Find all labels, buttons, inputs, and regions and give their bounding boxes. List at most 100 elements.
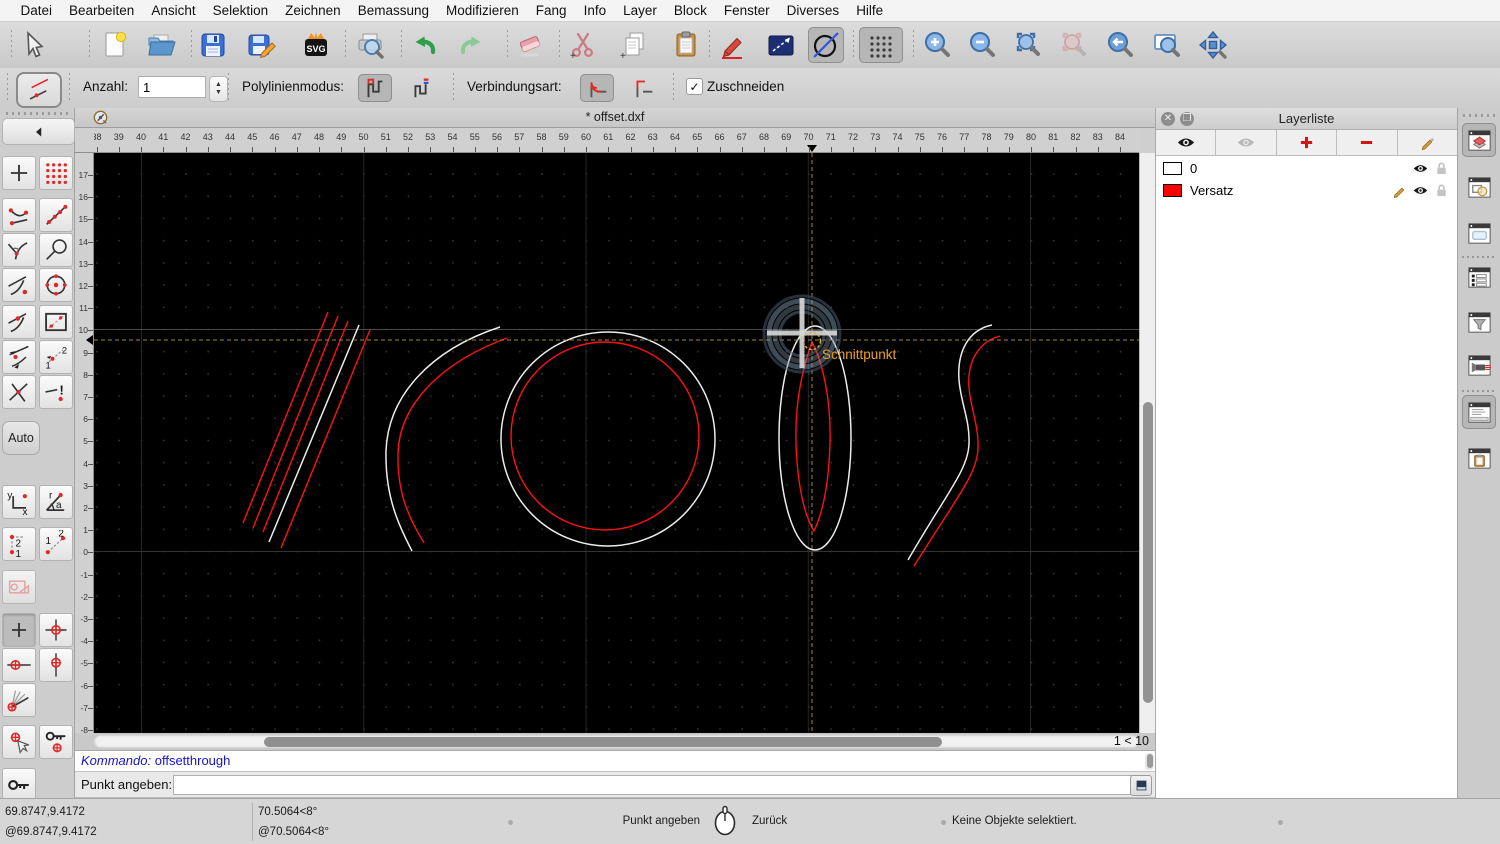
- menu-zeichnen[interactable]: Zeichnen: [277, 0, 350, 22]
- anzahl-stepper[interactable]: ▲ ▼: [209, 76, 228, 102]
- coordinate-polar-button[interactable]: ra: [39, 485, 73, 519]
- snap-distance-button[interactable]: [2, 340, 36, 374]
- selection-rectangle-button[interactable]: [763, 27, 799, 63]
- snap-perpendicular-button[interactable]: [2, 233, 36, 267]
- zoom-previous-button[interactable]: [1102, 27, 1138, 63]
- polyline-mode-separate-button[interactable]: [404, 74, 438, 102]
- snap-reference-button[interactable]: [39, 305, 73, 339]
- redo-button[interactable]: [454, 27, 490, 63]
- delete-button[interactable]: [512, 27, 548, 63]
- offset-through-point-tool-button[interactable]: [16, 72, 62, 108]
- lock-relative-zero-button[interactable]: [39, 725, 73, 759]
- layer-visible-eye-icon[interactable]: [1413, 161, 1428, 176]
- layer-lock-icon[interactable]: [1434, 183, 1449, 198]
- restrict-vertical-button[interactable]: [39, 648, 73, 682]
- snap-distance-manual-button[interactable]: 12: [39, 340, 73, 374]
- restrict-horizontal-button[interactable]: [2, 648, 36, 682]
- menu-bearbeiten[interactable]: Bearbeiten: [61, 0, 143, 22]
- property-editor-panel-toggle[interactable]: [1462, 260, 1496, 294]
- pan-button[interactable]: [1195, 27, 1231, 63]
- menu-block[interactable]: Block: [665, 0, 715, 22]
- svg-export-button[interactable]: SVG: [298, 27, 334, 63]
- drawing-canvas[interactable]: Schnittpunkt: [94, 153, 1139, 733]
- ellipse-line-tool-button[interactable]: [808, 27, 844, 63]
- menu-fang[interactable]: Fang: [527, 0, 575, 22]
- snap-restrict-button[interactable]: !: [39, 375, 73, 409]
- menu-datei[interactable]: Datei: [12, 0, 61, 22]
- grid-toggle-button[interactable]: [859, 27, 903, 63]
- palette-drag-handle[interactable]: [6, 112, 68, 115]
- snap-intersection-manual-button[interactable]: [2, 375, 36, 409]
- dock-drag-handle[interactable]: [1463, 114, 1495, 117]
- restrict-none-button[interactable]: [2, 613, 36, 647]
- layer-visible-eye-icon[interactable]: [1413, 183, 1428, 198]
- coordinate-cartesian-button[interactable]: yx: [2, 485, 36, 519]
- show-all-layers-button[interactable]: [1156, 130, 1217, 156]
- menu-fenster[interactable]: Fenster: [715, 0, 778, 22]
- block-list-panel-toggle[interactable]: [1462, 170, 1496, 204]
- polyline-mode-continuous-button[interactable]: [358, 74, 392, 102]
- set-relative-zero-button[interactable]: [2, 725, 36, 759]
- command-input[interactable]: [173, 775, 1133, 795]
- snap-intersection-button[interactable]: [2, 268, 36, 302]
- pointer-button[interactable]: [14, 27, 50, 63]
- copy-button[interactable]: +: [616, 27, 652, 63]
- layer-lock-icon[interactable]: [1434, 161, 1449, 176]
- menu-selektion[interactable]: Selektion: [204, 0, 277, 22]
- snap-entity-button[interactable]: [2, 305, 36, 339]
- view-list-panel-toggle[interactable]: [1462, 216, 1496, 250]
- open-file-button[interactable]: [143, 27, 179, 63]
- layer-color-swatch[interactable]: [1163, 183, 1182, 197]
- draw-pencil-button[interactable]: [715, 27, 751, 63]
- layer-color-swatch[interactable]: [1163, 161, 1182, 175]
- vertical-scrollbar-thumb[interactable]: [1142, 402, 1153, 703]
- menu-modifizieren[interactable]: Modifizieren: [438, 0, 528, 22]
- snap-on-entity-points-button[interactable]: [39, 198, 73, 232]
- edit-layer-button[interactable]: [1397, 130, 1458, 156]
- undo-button[interactable]: [406, 27, 442, 63]
- layer-list-panel-toggle[interactable]: [1462, 123, 1496, 157]
- horizontal-scrollbar-thumb[interactable]: [264, 736, 942, 747]
- snap-center-button[interactable]: [39, 268, 73, 302]
- dimension-disabled-button[interactable]: [2, 570, 36, 604]
- layer-row-0[interactable]: 0: [1156, 157, 1457, 179]
- remove-layer-button[interactable]: [1337, 130, 1398, 156]
- selection-filter-panel-toggle[interactable]: [1462, 305, 1496, 339]
- clipboard-panel-toggle[interactable]: [1462, 441, 1496, 475]
- menu-bemassung[interactable]: Bemassung: [349, 0, 437, 22]
- auto-snap-button[interactable]: Auto: [2, 421, 40, 455]
- snap-tangent-button[interactable]: [39, 233, 73, 267]
- layer-row-versatz[interactable]: Versatz: [1156, 179, 1457, 201]
- history-scrollbar-thumb[interactable]: [1146, 754, 1153, 768]
- zoom-auto-button[interactable]: [1010, 27, 1046, 63]
- cut-button[interactable]: +: [565, 27, 601, 63]
- save-as-button[interactable]: [243, 27, 279, 63]
- snap-free-button[interactable]: [2, 156, 36, 190]
- document-tab-title[interactable]: * offset.dxf: [75, 110, 1155, 124]
- flashlight-panel-toggle[interactable]: [1462, 348, 1496, 382]
- history-scrollbar[interactable]: [1145, 753, 1154, 770]
- zoom-in-button[interactable]: [919, 27, 955, 63]
- relative-zero-key-button[interactable]: [2, 768, 36, 802]
- new-document-button[interactable]: [97, 27, 133, 63]
- menu-hilfe[interactable]: Hilfe: [848, 0, 892, 22]
- command-line-panel-toggle[interactable]: [1462, 395, 1496, 429]
- snap-endpoints-button[interactable]: [2, 198, 36, 232]
- menu-layer[interactable]: Layer: [615, 0, 666, 22]
- back-button[interactable]: [2, 118, 75, 145]
- restrict-orthogonal-button[interactable]: [39, 613, 73, 647]
- menu-diverses[interactable]: Diverses: [778, 0, 848, 22]
- zoom-selection-button[interactable]: [1056, 27, 1092, 63]
- print-preview-button[interactable]: [352, 27, 388, 63]
- snap-angle-button[interactable]: [2, 683, 36, 717]
- vertical-scrollbar[interactable]: [1139, 153, 1155, 733]
- coordinate-relative-button[interactable]: 21: [2, 527, 36, 561]
- save-button[interactable]: [195, 27, 231, 63]
- layer-edit-pencil-icon[interactable]: [1392, 183, 1407, 198]
- connection-corner-button[interactable]: [626, 74, 660, 102]
- zoom-out-button[interactable]: [964, 27, 1000, 63]
- anzahl-input[interactable]: [138, 76, 206, 98]
- snap-grid-button[interactable]: [39, 156, 73, 190]
- hide-all-layers-button[interactable]: [1216, 130, 1277, 156]
- toggle-history-button[interactable]: [1130, 775, 1152, 796]
